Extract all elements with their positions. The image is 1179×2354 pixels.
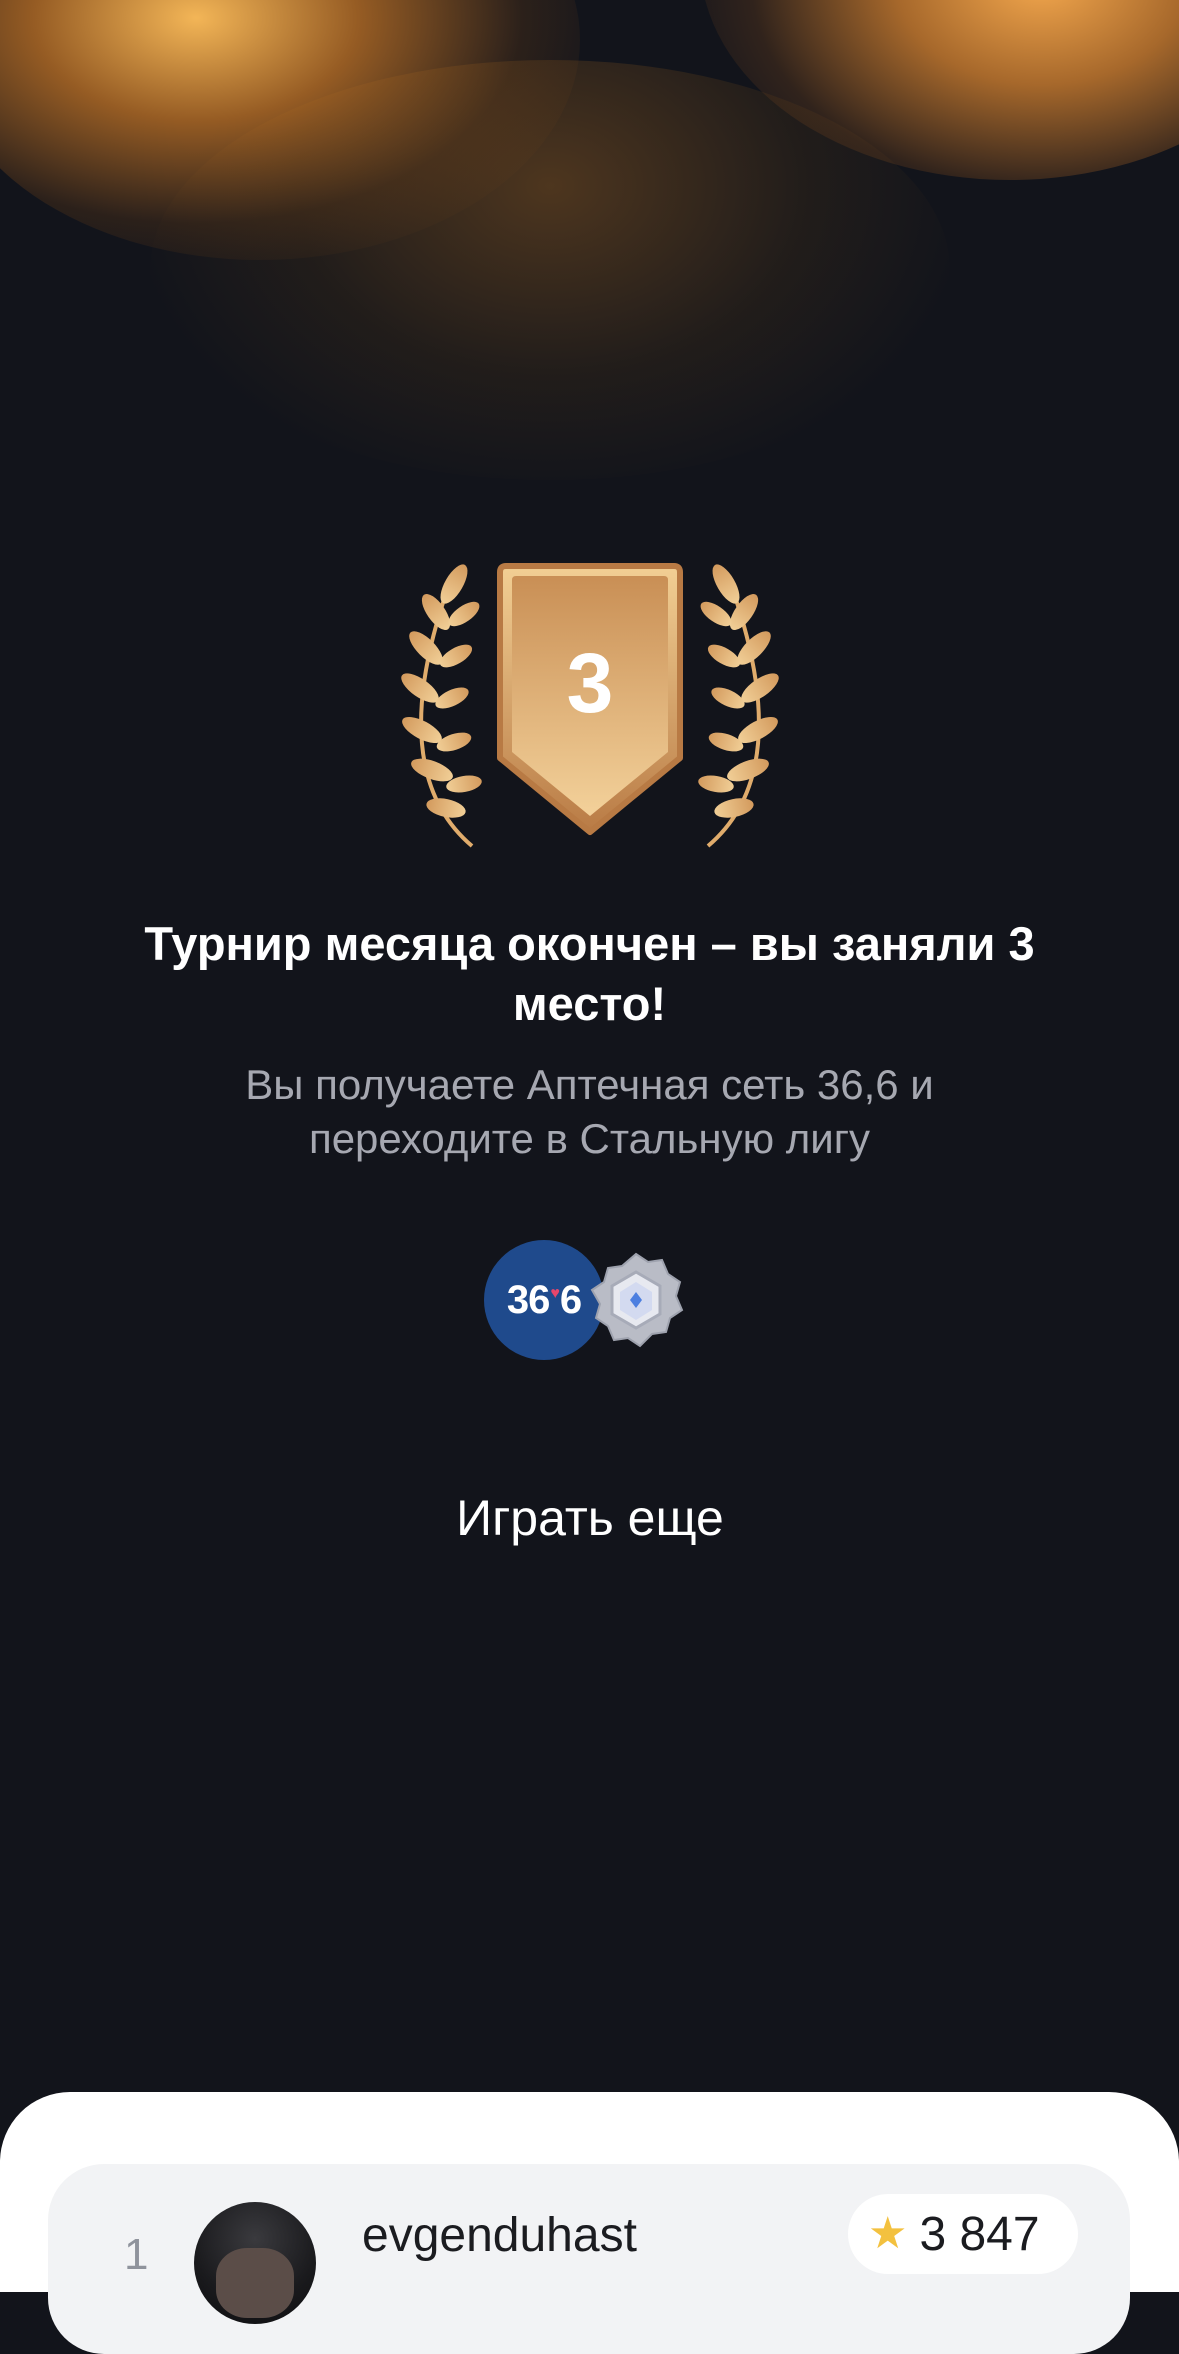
pharmacy-logo-text-left: 36 xyxy=(506,1277,550,1322)
award-shield-icon: 3 xyxy=(401,563,779,848)
pharmacy-logo-text-right: 6 xyxy=(559,1277,582,1322)
heart-dot-icon: ♥ xyxy=(550,1285,559,1302)
laurel-right-icon xyxy=(698,564,779,848)
laurel-left-icon xyxy=(401,564,482,848)
leaderboard-sheet: 1 evgenduhast ★ 3 847 xyxy=(0,2092,1179,2354)
background-glow xyxy=(0,0,1179,560)
score-badge: ★ 3 847 xyxy=(848,2194,1078,2274)
place-number: 3 xyxy=(567,636,614,730)
avatar xyxy=(194,2202,316,2324)
pharmacy-logo: 36 ♥ 6 xyxy=(484,1240,604,1360)
rank-number: 1 xyxy=(124,2230,149,2279)
play-again-button[interactable]: Играть еще xyxy=(390,1478,790,1558)
rewards-row: 36 ♥ 6 xyxy=(484,1238,684,1362)
steel-league-badge-icon xyxy=(590,1252,684,1348)
score-value: 3 847 xyxy=(919,2207,1040,2261)
star-icon: ★ xyxy=(868,2209,908,2258)
table-row[interactable]: 1 evgenduhast ★ 3 847 xyxy=(48,2164,1130,2354)
result-subtitle: Вы получаете Аптечная сеть 36,6 и перехо… xyxy=(245,1061,934,1162)
result-title: Турнир месяца окончен – вы заняли 3 мест… xyxy=(144,917,1035,1030)
username: evgenduhast xyxy=(362,2209,637,2262)
